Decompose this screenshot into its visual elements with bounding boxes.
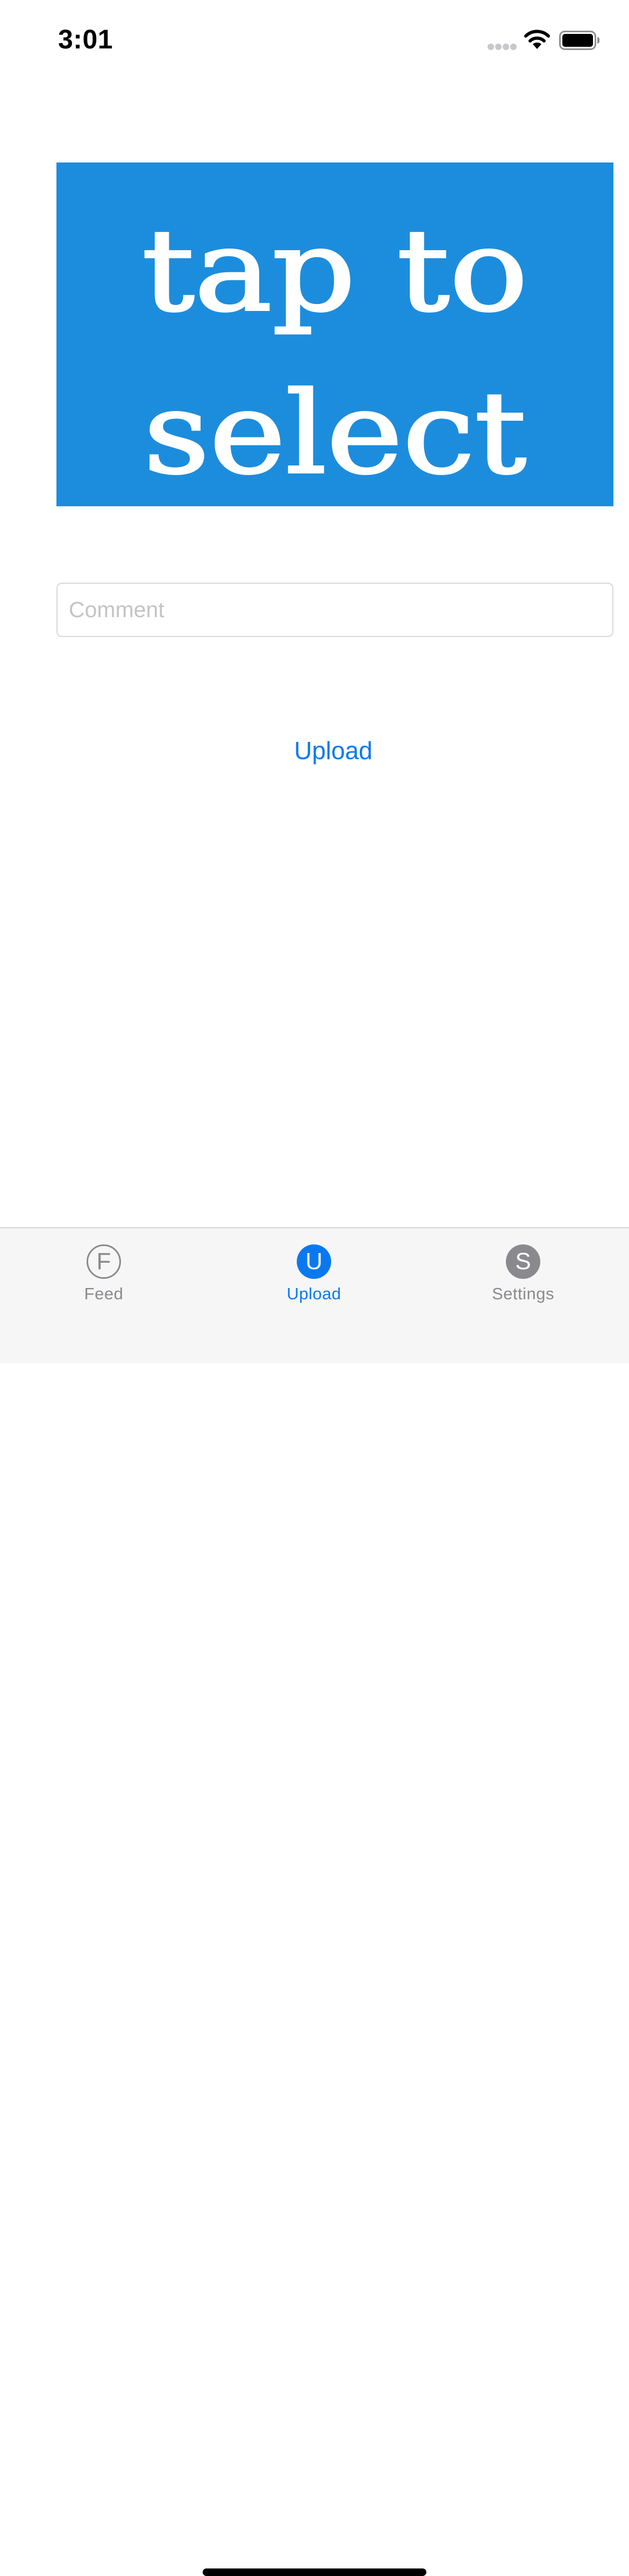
tab-upload[interactable]: U Upload (233, 1228, 395, 1320)
image-picker-line-1: tap to (142, 205, 528, 337)
comment-input[interactable] (58, 584, 612, 636)
image-picker-button[interactable]: tap to select (56, 162, 613, 506)
image-picker-line-2: select (144, 367, 526, 499)
tab-settings[interactable]: S Settings (442, 1228, 604, 1320)
wifi-icon (524, 30, 550, 49)
tab-feed[interactable]: F Feed (23, 1228, 184, 1320)
upload-button[interactable]: Upload (261, 732, 406, 769)
tab-settings-label: Settings (491, 1284, 554, 1303)
tab-feed-label: Feed (84, 1284, 124, 1303)
tab-upload-label: Upload (287, 1284, 341, 1303)
status-time: 3:01 (58, 24, 113, 54)
battery-icon (559, 31, 600, 50)
tap-to-select-image: tap to select (141, 204, 529, 500)
comment-field (56, 583, 613, 637)
u-circle-filled-icon: U (297, 1244, 331, 1279)
f-circle-outline-icon: F (87, 1244, 121, 1279)
s-circle-filled-icon: S (506, 1244, 540, 1279)
cellular-signal-icon (488, 44, 517, 50)
tab-bar: F Feed U Upload S Settings (0, 1227, 629, 2576)
status-bar: 3:01 (0, 0, 629, 81)
home-indicator (203, 2568, 426, 2576)
